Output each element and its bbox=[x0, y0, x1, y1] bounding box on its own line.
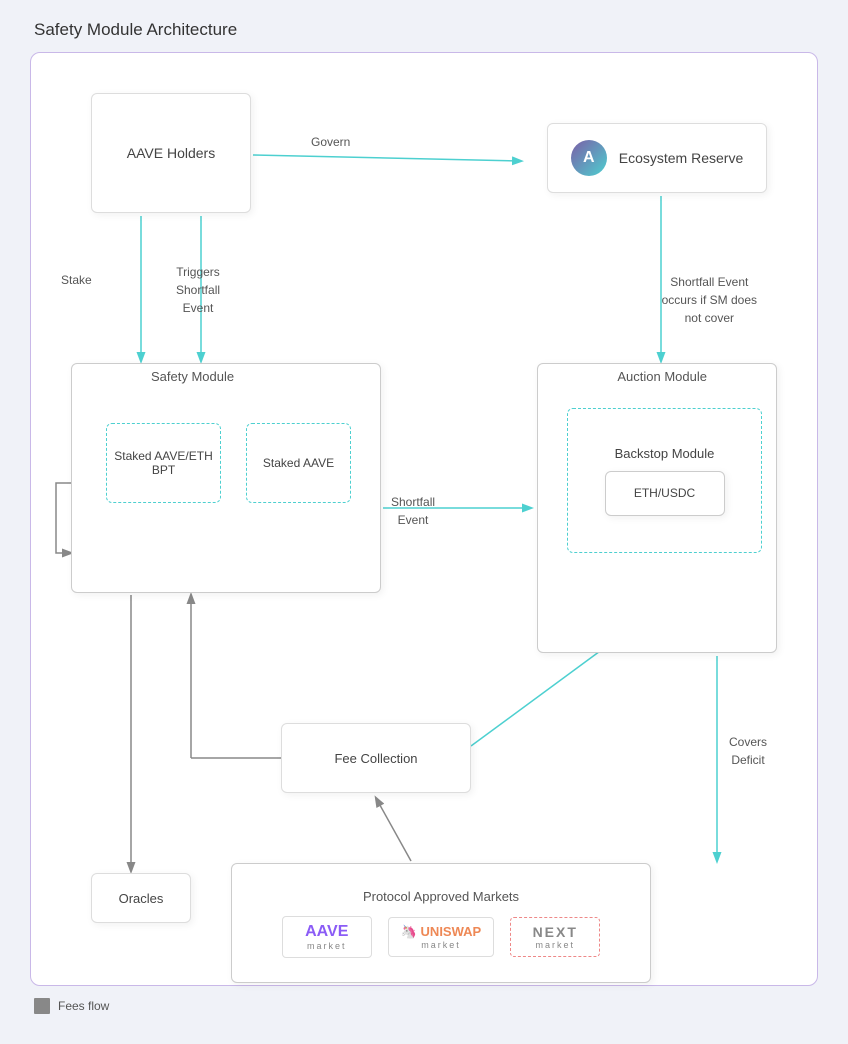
next-market-sub: market bbox=[535, 940, 575, 950]
aave-holders-box: AAVE Holders bbox=[91, 93, 251, 213]
covers-deficit-label: CoversDeficit bbox=[729, 733, 767, 769]
auction-module-label: Auction Module bbox=[617, 369, 707, 384]
aave-market-sub: market bbox=[307, 941, 347, 951]
oracles-box: Oracles bbox=[91, 873, 191, 923]
eth-usdc-box: ETH/USDC bbox=[605, 471, 725, 516]
fee-collection-label: Fee Collection bbox=[334, 751, 417, 766]
diagram-container: AAVE Holders A Ecosystem Reserve Govern … bbox=[30, 52, 818, 986]
legend-box bbox=[34, 998, 50, 1014]
triggers-shortfall-label: TriggersShortfallEvent bbox=[176, 263, 220, 317]
aave-market-badge: AAVE market bbox=[282, 916, 372, 958]
ecosystem-reserve-box: A Ecosystem Reserve bbox=[547, 123, 767, 193]
oracles-label: Oracles bbox=[119, 891, 164, 906]
staked-eth-bpt-label: Staked AAVE/ETH BPT bbox=[107, 449, 220, 477]
aave-holders-label: AAVE Holders bbox=[127, 145, 215, 161]
uniswap-market-sub: market bbox=[421, 940, 461, 950]
uniswap-market-badge: 🦄 UNISWAP market bbox=[388, 917, 494, 957]
ecosystem-reserve-label: Ecosystem Reserve bbox=[619, 150, 743, 166]
staked-eth-bpt-box: Staked AAVE/ETH BPT bbox=[106, 423, 221, 503]
legend-text: Fees flow bbox=[58, 999, 109, 1013]
protocol-markets-label: Protocol Approved Markets bbox=[363, 889, 519, 904]
backstop-label: Backstop Module bbox=[615, 446, 715, 461]
aave-market-name: AAVE bbox=[305, 923, 348, 941]
stake-label: Stake bbox=[61, 273, 92, 287]
shortfall-event-occurs-label: Shortfall Eventoccurs if SM doesnot cove… bbox=[662, 273, 757, 327]
staked-aave-box: Staked AAVE bbox=[246, 423, 351, 503]
page-title: Safety Module Architecture bbox=[30, 20, 818, 40]
next-market-badge: NEXT market bbox=[510, 917, 600, 957]
safety-module-label: Safety Module bbox=[151, 369, 234, 384]
protocol-markets-box: Protocol Approved Markets AAVE market 🦄 … bbox=[231, 863, 651, 983]
legend: Fees flow bbox=[30, 998, 818, 1014]
markets-row: AAVE market 🦄 UNISWAP market NEXT market bbox=[282, 916, 600, 958]
page-wrapper: Safety Module Architecture bbox=[10, 10, 838, 1034]
backstop-module-box: Backstop Module ETH/USDC bbox=[567, 408, 762, 553]
govern-label: Govern bbox=[311, 135, 350, 149]
aave-avatar: A bbox=[571, 140, 607, 176]
eth-usdc-label: ETH/USDC bbox=[634, 486, 695, 500]
fee-collection-box: Fee Collection bbox=[281, 723, 471, 793]
next-market-name: NEXT bbox=[533, 924, 578, 940]
staked-aave-label: Staked AAVE bbox=[263, 456, 334, 470]
shortfall-event-arrow-label: ShortfallEvent bbox=[391, 493, 435, 529]
uniswap-market-name: 🦄 UNISWAP bbox=[401, 924, 481, 940]
